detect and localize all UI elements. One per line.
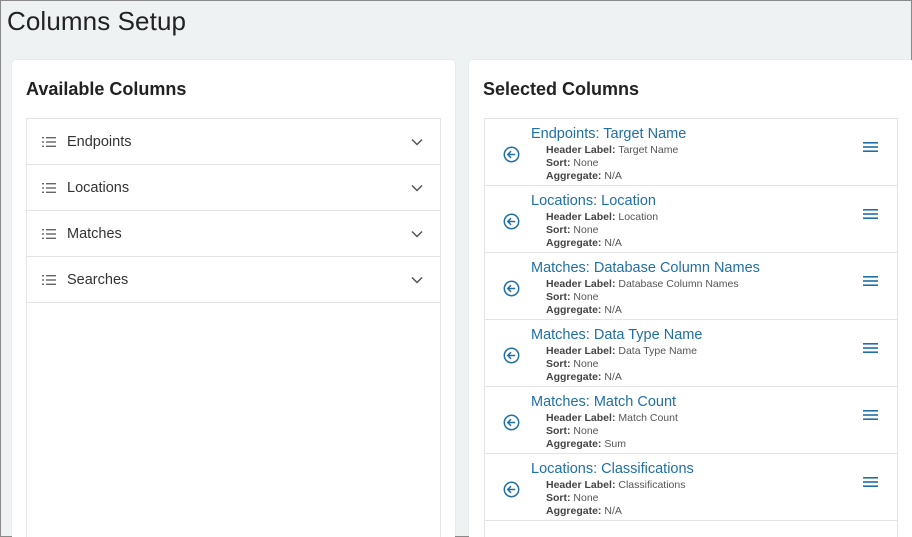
selected-columns-list: Endpoints: Target Name Header Label: Tar… [484,118,898,537]
drag-handle-icon[interactable] [863,409,878,421]
selected-column-item[interactable]: Matches: Data Type Name Header Label: Da… [485,320,897,387]
selected-column-item[interactable]: Matches: Database Column Names Header La… [485,253,897,320]
group-searches[interactable]: Searches [27,257,440,303]
chevron-down-icon[interactable] [411,276,423,284]
drag-handle-icon[interactable] [863,141,878,153]
selected-column-item[interactable]: Locations: Location Header Label: Locati… [485,186,897,253]
arrow-left-circle-icon[interactable] [503,481,520,498]
selected-column-item[interactable]: Locations: Classifications Header Label:… [485,454,897,521]
drag-handle-icon[interactable] [863,208,878,220]
sort-meta: Sort: None [546,157,599,169]
arrow-left-circle-icon[interactable] [503,414,520,431]
aggregate-meta: Aggregate: N/A [546,505,622,517]
aggregate-meta: Aggregate: N/A [546,237,622,249]
group-endpoints[interactable]: Endpoints [27,119,440,165]
drag-handle-icon[interactable] [863,275,878,287]
available-columns-list: Endpoints Locations Matches Searches [26,118,441,537]
aggregate-meta: Aggregate: N/A [546,170,622,182]
selected-column-title[interactable]: Matches: Match Count [531,394,676,410]
available-columns-title: Available Columns [26,79,187,99]
sort-meta: Sort: None [546,291,599,303]
selected-column-item[interactable]: Endpoints: Target Name Header Label: Tar… [485,119,897,186]
sort-meta: Sort: None [546,492,599,504]
group-locations[interactable]: Locations [27,165,440,211]
chevron-down-icon[interactable] [411,184,423,192]
aggregate-meta: Aggregate: Sum [546,438,626,450]
available-columns-panel: Available Columns Endpoints Locations Ma… [12,60,455,537]
aggregate-meta: Aggregate: N/A [546,371,622,383]
group-label: Endpoints [67,133,132,150]
selected-column-title[interactable]: Locations: Location [531,193,656,209]
chevron-down-icon[interactable] [411,230,423,238]
list-icon [42,136,56,147]
list-icon [42,228,56,239]
page-title: Columns Setup [7,6,187,36]
selected-columns-panel: Selected Columns Endpoints: Target Name … [469,60,912,537]
arrow-left-circle-icon[interactable] [503,280,520,297]
arrow-left-circle-icon[interactable] [503,347,520,364]
group-label: Locations [67,179,130,196]
header-label-meta: Header Label: Database Column Names [546,278,739,290]
selected-column-item[interactable]: Matches: Match Count Header Label: Match… [485,387,897,454]
list-icon [42,274,56,285]
selected-column-title[interactable]: Endpoints: Target Name [531,126,686,142]
header-label-meta: Header Label: Data Type Name [546,345,697,357]
sort-meta: Sort: None [546,224,599,236]
selected-column-title[interactable]: Matches: Data Type Name [531,327,702,343]
group-label: Matches [67,225,122,242]
list-icon [42,182,56,193]
header-label-meta: Header Label: Classifications [546,479,686,491]
sort-meta: Sort: None [546,358,599,370]
arrow-left-circle-icon[interactable] [503,146,520,163]
group-label: Searches [67,271,129,288]
header-label-meta: Header Label: Location [546,211,659,223]
selected-column-title[interactable]: Locations: Classifications [531,461,694,477]
selected-columns-title: Selected Columns [483,79,640,99]
group-matches[interactable]: Matches [27,211,440,257]
drag-handle-icon[interactable] [863,342,878,354]
drag-handle-icon[interactable] [863,476,878,488]
aggregate-meta: Aggregate: N/A [546,304,622,316]
selected-column-title[interactable]: Matches: Database Column Names [531,260,760,276]
header-label-meta: Header Label: Target Name [546,144,679,156]
header-label-meta: Header Label: Match Count [546,412,678,424]
sort-meta: Sort: None [546,425,599,437]
arrow-left-circle-icon[interactable] [503,213,520,230]
chevron-down-icon[interactable] [411,138,423,146]
